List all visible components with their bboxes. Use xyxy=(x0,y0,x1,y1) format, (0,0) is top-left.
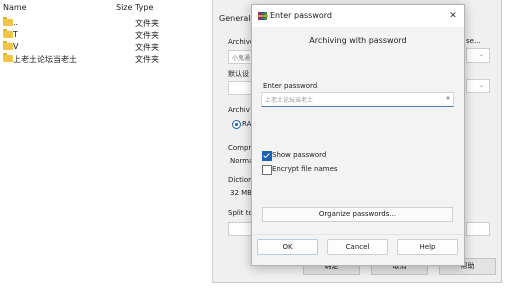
file-list: Name Size Type .. 文件夹 T 文件夹 V 文件夹 上老土论坛当… xyxy=(0,0,212,300)
archive-name-dropdown[interactable]: ⌄ xyxy=(466,48,490,63)
password-value: 上老土论坛当老土 xyxy=(265,97,314,104)
item-type: 文件夹 xyxy=(135,31,159,40)
item-type: 文件夹 xyxy=(135,19,159,28)
folder-icon xyxy=(3,17,13,26)
enter-password-dialog: Enter password ✕ Archiving with password… xyxy=(251,4,465,266)
default-profile-label: 默认设 xyxy=(228,70,249,78)
dictionary-label: Diction xyxy=(228,176,253,184)
column-header-size[interactable]: Size xyxy=(116,3,132,15)
item-name: 上老土论坛当老土 xyxy=(13,55,77,64)
archive-format-label: Archiv xyxy=(228,106,250,114)
title-bar[interactable]: Enter password ✕ xyxy=(252,5,464,27)
list-item[interactable]: T 文件夹 xyxy=(0,29,212,41)
item-name: V xyxy=(13,42,19,51)
encrypt-file-names-checkbox[interactable] xyxy=(262,165,272,175)
item-type: 文件夹 xyxy=(135,43,159,52)
show-password-label[interactable]: Show password xyxy=(272,151,326,159)
list-item[interactable]: .. 文件夹 xyxy=(0,17,212,29)
item-name: T xyxy=(13,30,18,39)
compression-dropdown[interactable]: Norma xyxy=(230,157,253,165)
split-unit-dropdown[interactable] xyxy=(466,222,490,236)
split-volumes-label: Split to xyxy=(228,209,253,217)
column-header-name[interactable]: Name xyxy=(3,3,27,15)
close-icon[interactable]: ✕ xyxy=(447,10,459,22)
chevron-down-icon[interactable]: ▼ xyxy=(446,96,450,102)
cancel-button[interactable]: Cancel xyxy=(327,239,388,255)
chevron-down-icon: ⌄ xyxy=(479,82,485,89)
dialog-subtitle: Archiving with password xyxy=(309,36,407,45)
organize-passwords-button[interactable]: Organize passwords... xyxy=(262,207,453,222)
chevron-down-icon: ⌄ xyxy=(479,51,485,58)
list-item[interactable]: V 文件夹 xyxy=(0,41,212,53)
help-button[interactable]: Help xyxy=(397,239,458,255)
folder-icon xyxy=(3,29,13,38)
encrypt-file-names-label[interactable]: Encrypt file names xyxy=(272,165,338,173)
column-header-type[interactable]: Type xyxy=(135,3,153,15)
dictionary-dropdown[interactable]: 32 MB xyxy=(230,189,252,197)
item-type: 文件夹 xyxy=(135,55,159,64)
password-label: Enter password xyxy=(263,82,318,90)
folder-icon xyxy=(3,41,13,50)
item-name: .. xyxy=(13,18,19,27)
tab-general[interactable]: General xyxy=(219,14,251,23)
update-mode-dropdown[interactable]: ⌄ xyxy=(466,79,490,93)
rar-radio-label: RA xyxy=(242,120,252,128)
list-item[interactable]: 上老土论坛当老土 文件夹 xyxy=(0,53,212,65)
ok-button[interactable]: OK xyxy=(257,239,318,255)
winrar-books-icon xyxy=(258,12,268,20)
browse-button[interactable]: se... xyxy=(466,37,481,45)
dialog-title: Enter password xyxy=(270,11,332,20)
show-password-checkbox[interactable] xyxy=(262,151,272,161)
rar-radio[interactable] xyxy=(232,120,241,129)
folder-icon xyxy=(3,53,13,62)
password-input[interactable]: 上老土论坛当老土 ▼ xyxy=(261,92,454,107)
